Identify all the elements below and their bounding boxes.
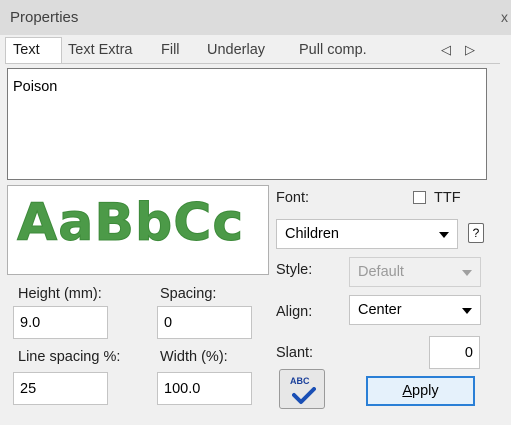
tab-fill[interactable]: Fill [161, 42, 180, 58]
style-select-value: Default [358, 264, 404, 280]
chevron-down-icon [462, 270, 472, 276]
spellcheck-button[interactable]: ABC [279, 369, 325, 409]
ttf-label: TTF [434, 190, 461, 206]
font-select[interactable]: Children [276, 219, 458, 249]
align-label: Align: [276, 304, 313, 320]
height-input[interactable] [13, 306, 108, 339]
spacing-input[interactable] [157, 306, 252, 339]
ttf-checkbox[interactable] [413, 191, 426, 204]
chevron-down-icon [439, 232, 449, 238]
font-select-value: Children [285, 226, 339, 242]
align-select[interactable]: Center [349, 295, 481, 325]
apply-button-label: pply [412, 383, 439, 399]
tab-text-extra[interactable]: Text Extra [68, 42, 132, 58]
font-label: Font: [276, 190, 310, 206]
slant-input[interactable] [429, 336, 480, 369]
tab-strip-divider [5, 63, 500, 64]
slant-label: Slant: [276, 345, 314, 361]
line-spacing-input[interactable] [13, 372, 108, 405]
font-help-button[interactable]: ? [468, 223, 484, 243]
tab-text[interactable]: Text [13, 42, 40, 58]
apply-button[interactable]: Apply [366, 376, 475, 406]
chevron-down-icon [462, 308, 472, 314]
panel-title: Properties [10, 9, 79, 26]
width-label: Width (%): [160, 349, 228, 365]
apply-button-mnemonic: A [402, 383, 413, 399]
align-select-value: Center [358, 302, 402, 318]
checkmark-icon [292, 387, 316, 404]
tab-scroll-left-icon[interactable]: ◁ [441, 42, 451, 58]
spacing-label: Spacing: [160, 286, 217, 302]
text-input[interactable] [7, 68, 487, 180]
close-icon[interactable]: x [501, 9, 508, 25]
spellcheck-abc-text: ABC [290, 376, 310, 386]
font-preview-sample: AaBbCc [16, 193, 245, 254]
line-spacing-label: Line spacing %: [18, 349, 121, 365]
height-label: Height (mm): [18, 286, 102, 302]
panel-bottom [0, 412, 511, 425]
style-label: Style: [276, 262, 313, 278]
width-input[interactable] [157, 372, 252, 405]
tab-scroll-right-icon[interactable]: ▷ [465, 42, 475, 58]
tab-pull-comp[interactable]: Pull comp. [299, 42, 367, 58]
tab-underlay[interactable]: Underlay [207, 42, 265, 58]
style-select[interactable]: Default [349, 257, 481, 287]
